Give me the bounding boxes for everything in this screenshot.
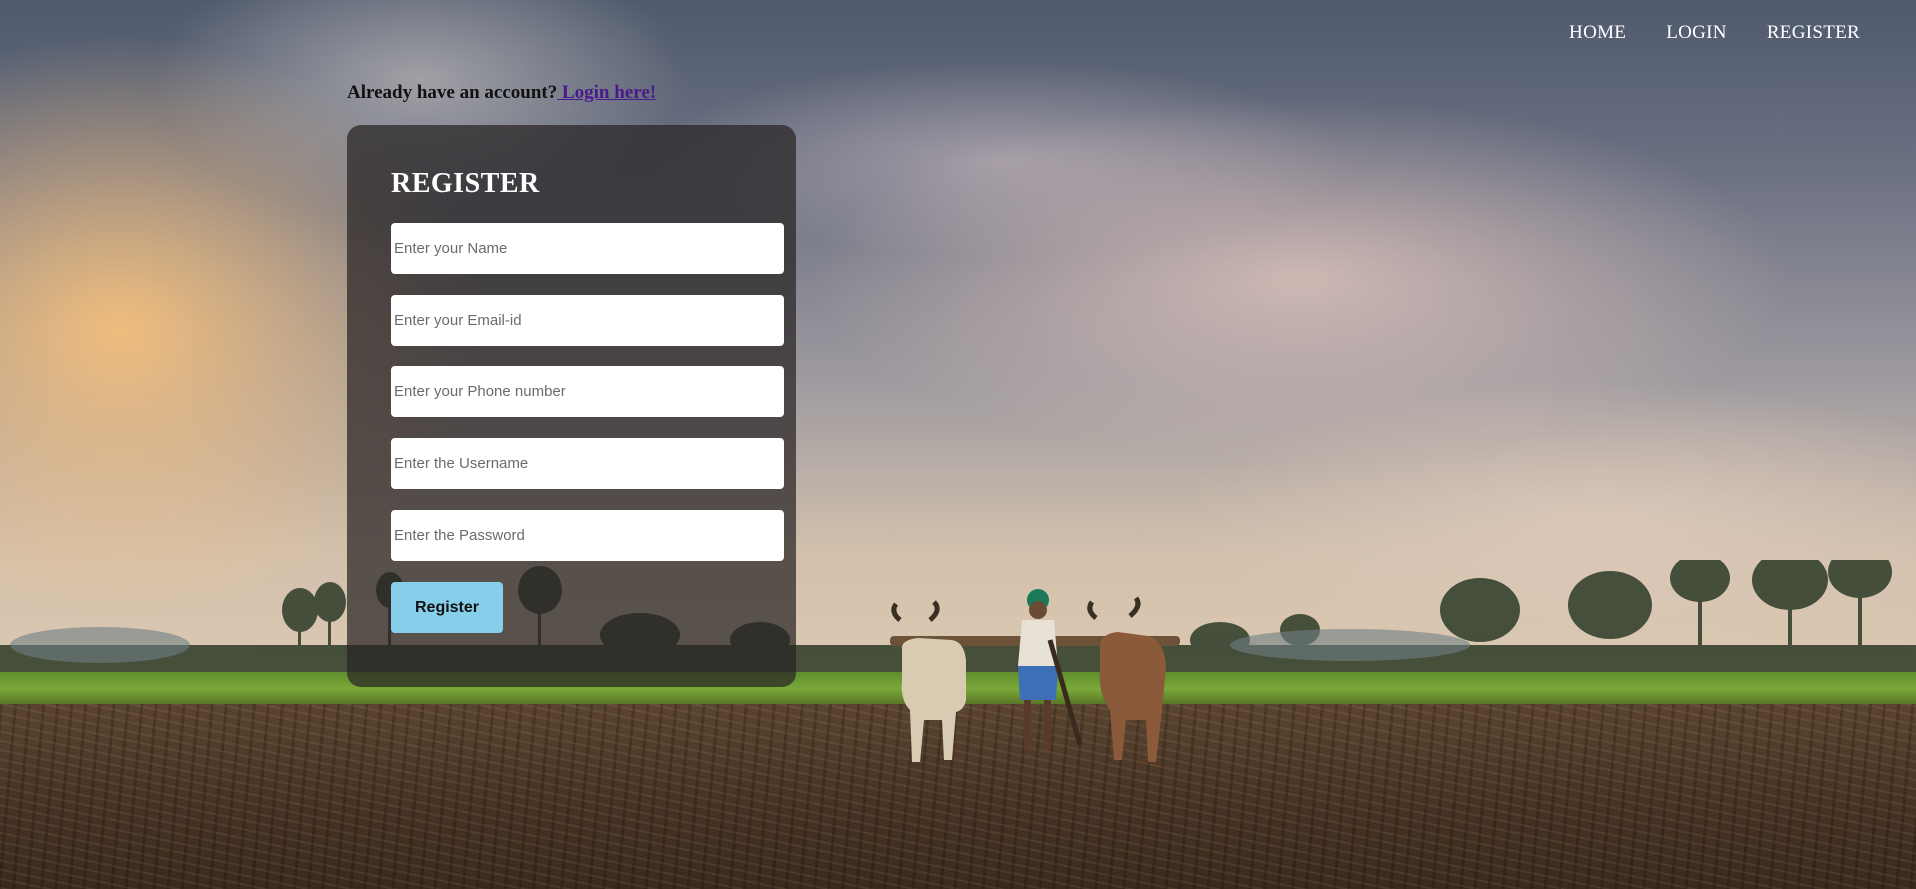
username-input[interactable] xyxy=(391,438,784,489)
top-nav: HOME LOGIN REGISTER xyxy=(1569,22,1860,44)
register-button[interactable]: Register xyxy=(391,582,503,633)
phone-input[interactable] xyxy=(391,366,784,417)
nav-register-link[interactable]: REGISTER xyxy=(1767,22,1860,44)
login-here-link[interactable]: Login here! xyxy=(557,82,656,103)
farmer-with-oxen-image xyxy=(890,589,1180,762)
register-title: REGISTER xyxy=(391,168,540,199)
password-input[interactable] xyxy=(391,510,784,561)
name-input[interactable] xyxy=(391,223,784,274)
login-prompt: Already have an account? Login here! xyxy=(347,82,656,104)
nav-home-link[interactable]: HOME xyxy=(1569,22,1626,44)
login-prompt-text: Already have an account? xyxy=(347,82,558,103)
background-image xyxy=(0,0,1916,889)
nav-login-link[interactable]: LOGIN xyxy=(1666,22,1727,44)
register-card: REGISTER Register xyxy=(347,125,796,687)
email-input[interactable] xyxy=(391,295,784,346)
